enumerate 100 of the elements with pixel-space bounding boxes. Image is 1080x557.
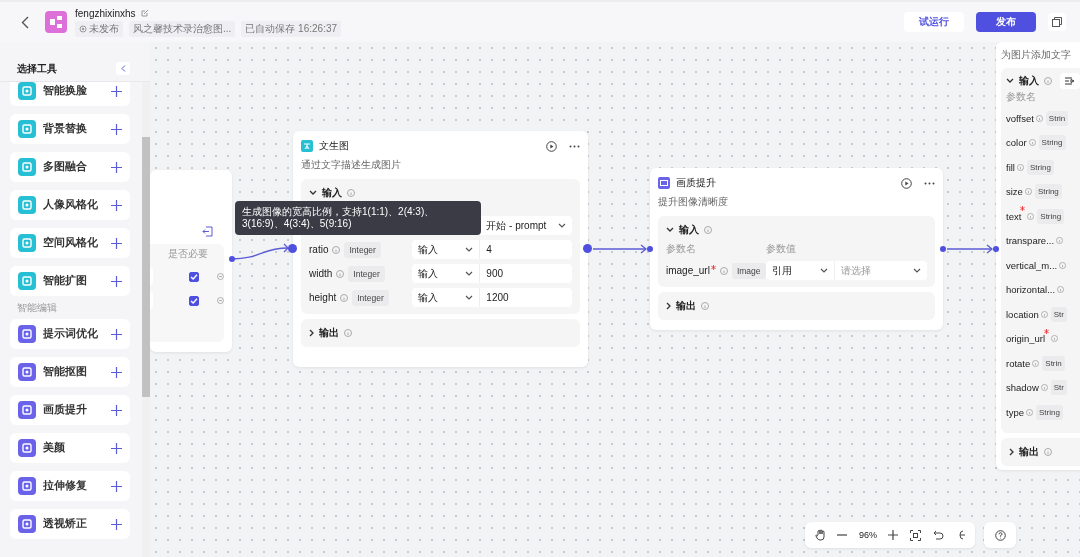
tool-item[interactable]: 拉伸修复 bbox=[10, 471, 130, 501]
required-checkbox[interactable] bbox=[189, 295, 200, 306]
play-icon[interactable] bbox=[901, 177, 912, 189]
param-name: image_url bbox=[666, 265, 710, 276]
source-select[interactable]: 输入 bbox=[411, 264, 481, 283]
help-icon[interactable] bbox=[994, 529, 1006, 541]
add-icon[interactable] bbox=[111, 85, 122, 97]
value-select[interactable]: 开始 - prompt bbox=[480, 216, 572, 235]
required-checkbox[interactable] bbox=[189, 271, 200, 282]
column-header: 是否必要 bbox=[168, 247, 209, 261]
edit-icon[interactable] bbox=[140, 9, 149, 17]
fold-button[interactable] bbox=[1060, 72, 1080, 89]
info-icon bbox=[1057, 286, 1065, 294]
port-dot[interactable] bbox=[993, 246, 999, 252]
more-icon[interactable] bbox=[569, 144, 580, 148]
info-icon bbox=[340, 293, 349, 302]
tool-item[interactable]: 智能抠图 bbox=[10, 357, 130, 387]
chevron-right-icon[interactable] bbox=[666, 302, 671, 310]
tool-icon bbox=[18, 325, 36, 343]
tool-item[interactable]: 提示词优化 bbox=[10, 319, 130, 349]
info-icon bbox=[1035, 114, 1043, 122]
tool-item[interactable]: 画质提升 bbox=[10, 395, 130, 425]
info-icon bbox=[1017, 163, 1024, 171]
chevron-right-icon[interactable] bbox=[1009, 447, 1014, 456]
chevron-down-icon[interactable] bbox=[558, 223, 566, 228]
add-icon[interactable] bbox=[111, 442, 122, 454]
fit-view-icon[interactable] bbox=[910, 529, 922, 541]
info-icon bbox=[701, 302, 709, 310]
tool-item[interactable]: 透视矫正 bbox=[10, 509, 130, 539]
status-icon bbox=[79, 24, 87, 33]
tool-item[interactable]: 人像风格化 bbox=[10, 190, 130, 220]
param-name: location bbox=[1006, 308, 1039, 320]
tool-label: 透视矫正 bbox=[43, 517, 87, 531]
group-label: 智能编辑 bbox=[17, 301, 58, 315]
chevron-down-icon[interactable] bbox=[666, 227, 674, 232]
add-icon[interactable] bbox=[111, 123, 122, 135]
hand-icon[interactable] bbox=[814, 529, 826, 541]
info-icon bbox=[1056, 237, 1064, 245]
play-icon[interactable] bbox=[546, 140, 557, 152]
chevron-down-icon[interactable] bbox=[465, 247, 474, 252]
source-select[interactable]: 引用 bbox=[766, 261, 835, 280]
add-icon[interactable] bbox=[111, 366, 122, 378]
help-button[interactable] bbox=[984, 522, 1016, 548]
chevron-down-icon[interactable] bbox=[465, 271, 474, 276]
header-button[interactable]: 试运行 bbox=[904, 12, 964, 32]
info-icon bbox=[344, 329, 352, 337]
info-icon bbox=[1059, 261, 1067, 269]
chevron-down-icon[interactable] bbox=[465, 295, 474, 300]
chevron-down-icon[interactable] bbox=[1006, 78, 1014, 83]
tool-item[interactable]: 智能扩图 bbox=[10, 266, 130, 296]
tool-item[interactable]: 美颜 bbox=[10, 433, 130, 463]
add-icon[interactable] bbox=[111, 404, 122, 416]
source-select[interactable]: 输入 bbox=[411, 240, 481, 259]
add-icon[interactable] bbox=[111, 518, 122, 530]
copy-button[interactable] bbox=[1048, 13, 1066, 31]
chevron-right-icon[interactable] bbox=[309, 329, 314, 337]
section-label: 输入 bbox=[322, 185, 342, 200]
section-label: 输出 bbox=[1019, 444, 1039, 459]
port-dot[interactable] bbox=[288, 244, 297, 253]
back-icon[interactable] bbox=[21, 15, 29, 29]
more-icon[interactable] bbox=[924, 181, 935, 185]
tool-item[interactable]: 多图融合 bbox=[10, 152, 130, 182]
zoom-in-icon[interactable] bbox=[888, 530, 899, 540]
chevron-down-icon[interactable] bbox=[819, 268, 828, 273]
tool-item[interactable]: 背景替换 bbox=[10, 114, 130, 144]
column-header: 参数名 bbox=[666, 242, 697, 256]
scrollbar-thumb[interactable] bbox=[142, 137, 150, 397]
add-icon[interactable] bbox=[111, 480, 122, 492]
port-dot[interactable] bbox=[583, 244, 592, 253]
tool-item[interactable]: 空间风格化 bbox=[10, 228, 130, 258]
value-field[interactable]: 1200 bbox=[480, 288, 572, 307]
param-name: shadow bbox=[1006, 382, 1039, 394]
list-arrow-icon[interactable] bbox=[1065, 76, 1075, 85]
add-icon[interactable] bbox=[111, 199, 122, 211]
value-field[interactable]: 4 bbox=[480, 240, 572, 259]
add-icon[interactable] bbox=[111, 237, 122, 249]
value-field[interactable]: 900 bbox=[480, 264, 572, 283]
input-field[interactable] bbox=[150, 268, 154, 285]
import-icon[interactable] bbox=[202, 226, 213, 237]
undo-icon[interactable] bbox=[932, 530, 944, 540]
header-button[interactable]: 发布 bbox=[976, 12, 1036, 32]
node-card[interactable]: 画质提升 提升图像清晰度 输入 参数名 参数值 image_url Image 引用 请选择 输出 bbox=[650, 168, 943, 330]
port-dot[interactable] bbox=[229, 256, 235, 262]
param-name: height bbox=[309, 292, 337, 303]
add-icon[interactable] bbox=[111, 275, 122, 287]
node-card[interactable]: 为图片添加文字 输入 参数名 voffset Strin color String fill String size String text String transpare... vertical_m... horizontal... location Str origin_url rotate Strin shadow Str type String 输出 bbox=[996, 42, 1080, 470]
add-icon[interactable] bbox=[111, 161, 122, 173]
chevron-down-icon[interactable] bbox=[309, 190, 317, 195]
param-name: rotate bbox=[1006, 357, 1031, 369]
chevron-down-icon[interactable] bbox=[913, 268, 921, 273]
input-field[interactable] bbox=[150, 292, 154, 309]
copy-icon[interactable] bbox=[1052, 17, 1062, 27]
add-icon[interactable] bbox=[111, 328, 122, 340]
tool-item[interactable]: 智能换脸 bbox=[10, 82, 130, 106]
node-title: 画质提升 bbox=[676, 176, 716, 190]
port-dot[interactable] bbox=[647, 246, 653, 252]
source-select[interactable]: 输入 bbox=[411, 288, 481, 307]
port-dot[interactable] bbox=[940, 246, 946, 252]
app-title: fengzhixinxhs bbox=[75, 7, 136, 19]
tool-icon bbox=[18, 158, 36, 176]
